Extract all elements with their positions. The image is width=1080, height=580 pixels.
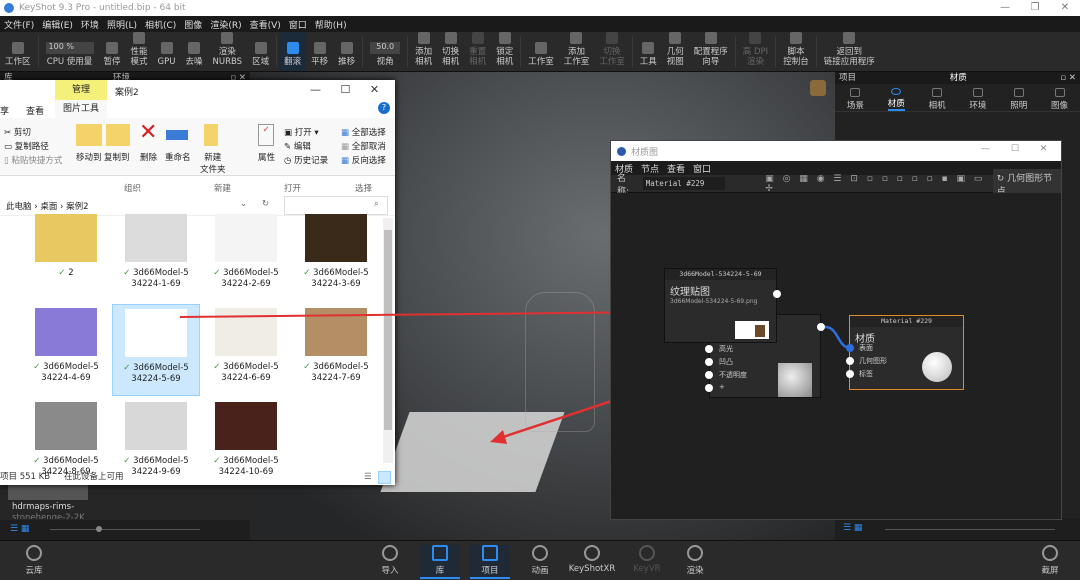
input-port[interactable]	[846, 344, 854, 352]
window-title: 材质图	[631, 147, 659, 158]
node-header: Material #229	[850, 316, 963, 327]
port-label: 表面	[859, 344, 873, 352]
material-graph-window: 材质图 — ☐ ✕ 材质 节点 查看 窗口 名称: Material #229 ▣ ◎…	[610, 140, 1062, 520]
arrow-to-texture-node	[179, 311, 666, 318]
node-canvas[interactable]: 高光 凹凸 不透明度 + 3d66Model-534224-5-69 纹理贴图 3d6…	[611, 193, 1061, 519]
material-graph-logo-icon	[617, 146, 626, 156]
menu-item[interactable]: 窗口	[693, 162, 711, 175]
port-label: 标签	[859, 370, 873, 378]
graph-tool-icons[interactable]: ▣ ◎ ▦ ◉ ☰ ⊡ ▫ ▫ ▫ ▫ ▫ ▪ ▣ ▭ ✢	[765, 174, 986, 194]
input-port[interactable]	[846, 370, 854, 378]
arrow-head	[490, 430, 507, 444]
material-graph-toolbar: 名称: Material #229 ▣ ◎ ▦ ◉ ☰ ⊡ ▫ ▫ ▫ ▫ ▫ …	[611, 168, 1061, 199]
port-label: 几何图形	[859, 357, 887, 365]
input-port[interactable]	[846, 357, 854, 365]
material-preview-sphere	[922, 352, 952, 382]
material-name-input[interactable]: Material #229	[642, 177, 726, 190]
window-controls[interactable]: — ☐ ✕	[981, 144, 1047, 154]
menu-item[interactable]: 节点	[641, 162, 659, 175]
menu-item[interactable]: 查看	[667, 162, 685, 175]
node-link	[824, 325, 852, 350]
